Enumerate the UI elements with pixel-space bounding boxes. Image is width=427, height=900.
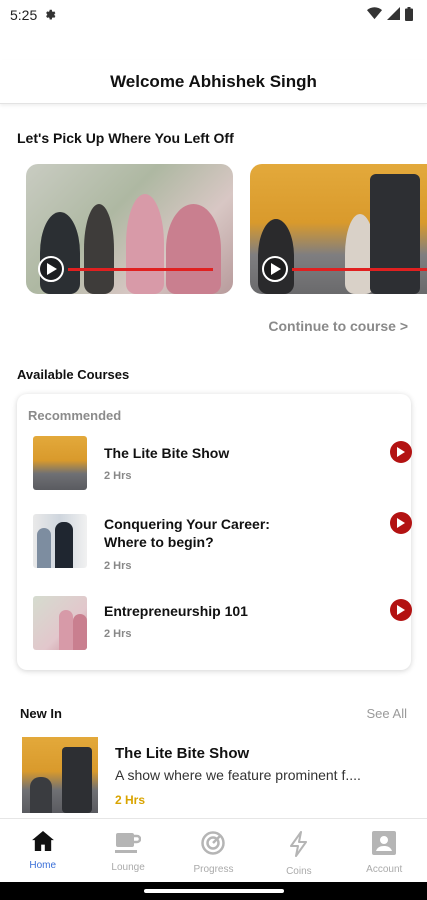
new-item-title[interactable]: The Lite Bite Show <box>115 745 249 762</box>
new-item-thumbnail[interactable] <box>22 737 98 813</box>
play-icon[interactable] <box>390 512 412 534</box>
continue-card-2[interactable] <box>250 164 427 294</box>
new-item-duration: 2 Hrs <box>115 793 146 807</box>
course-item-career[interactable]: Conquering Your Career: Where to begin? … <box>33 512 412 572</box>
gesture-bar <box>0 882 427 900</box>
continue-progress-1 <box>68 268 213 271</box>
nav-account[interactable]: Account <box>342 831 426 875</box>
nav-label: Coins <box>286 866 312 877</box>
wifi-icon <box>367 7 382 23</box>
account-icon <box>372 831 397 858</box>
welcome-header: Welcome Abhishek Singh <box>0 60 427 104</box>
nav-label: Progress <box>193 864 234 875</box>
coffee-icon <box>115 831 142 856</box>
course-thumbnail <box>33 596 87 650</box>
nav-coins[interactable]: Coins <box>257 831 341 877</box>
available-courses-title: Available Courses <box>17 367 130 382</box>
continue-progress-2 <box>292 268 427 271</box>
course-duration: 2 Hrs <box>104 560 132 572</box>
nav-home[interactable]: Home <box>1 831 85 871</box>
continue-card-1[interactable] <box>26 164 233 294</box>
course-item-entrepreneurship[interactable]: Entrepreneurship 101 2 Hrs <box>33 596 412 650</box>
home-icon <box>31 831 54 854</box>
bottom-nav: Home Lounge Progress Coins Account <box>0 818 427 882</box>
nav-label: Lounge <box>111 862 145 873</box>
status-bar: 5:25 <box>0 0 427 30</box>
course-item-lite-bite[interactable]: The Lite Bite Show 2 Hrs <box>33 436 412 490</box>
course-title: Conquering Your Career: Where to begin? <box>104 516 270 550</box>
see-all-link[interactable]: See All <box>367 706 407 721</box>
play-icon[interactable] <box>390 599 412 621</box>
new-item-description: A show where we feature prominent f.... <box>115 767 361 783</box>
target-icon <box>201 831 226 858</box>
course-thumbnail <box>33 514 87 568</box>
course-title: The Lite Bite Show <box>104 445 230 461</box>
recommended-card: Recommended The Lite Bite Show 2 Hrs Con… <box>17 394 412 670</box>
lightning-icon <box>289 831 309 860</box>
play-icon[interactable] <box>38 256 64 282</box>
course-duration: 2 Hrs <box>104 628 132 640</box>
recommended-label: Recommended <box>28 408 122 423</box>
course-title: Entrepreneurship 101 <box>104 603 248 619</box>
status-time: 5:25 <box>10 7 38 23</box>
battery-icon <box>405 6 413 24</box>
nav-label: Home <box>29 860 57 871</box>
play-icon[interactable] <box>262 256 288 282</box>
new-in-title: New In <box>20 706 62 721</box>
page-title: Welcome Abhishek Singh <box>110 71 317 91</box>
nav-label: Account <box>366 864 403 875</box>
continue-to-course-link[interactable]: Continue to course > <box>268 318 408 334</box>
nav-progress[interactable]: Progress <box>171 831 255 875</box>
course-duration: 2 Hrs <box>104 470 132 482</box>
home-indicator[interactable] <box>143 889 284 893</box>
gear-icon <box>43 7 56 23</box>
play-icon[interactable] <box>390 441 412 463</box>
course-thumbnail <box>33 436 87 490</box>
nav-lounge[interactable]: Lounge <box>86 831 170 873</box>
signal-icon <box>387 7 400 23</box>
continue-section-title: Let's Pick Up Where You Left Off <box>17 130 234 146</box>
